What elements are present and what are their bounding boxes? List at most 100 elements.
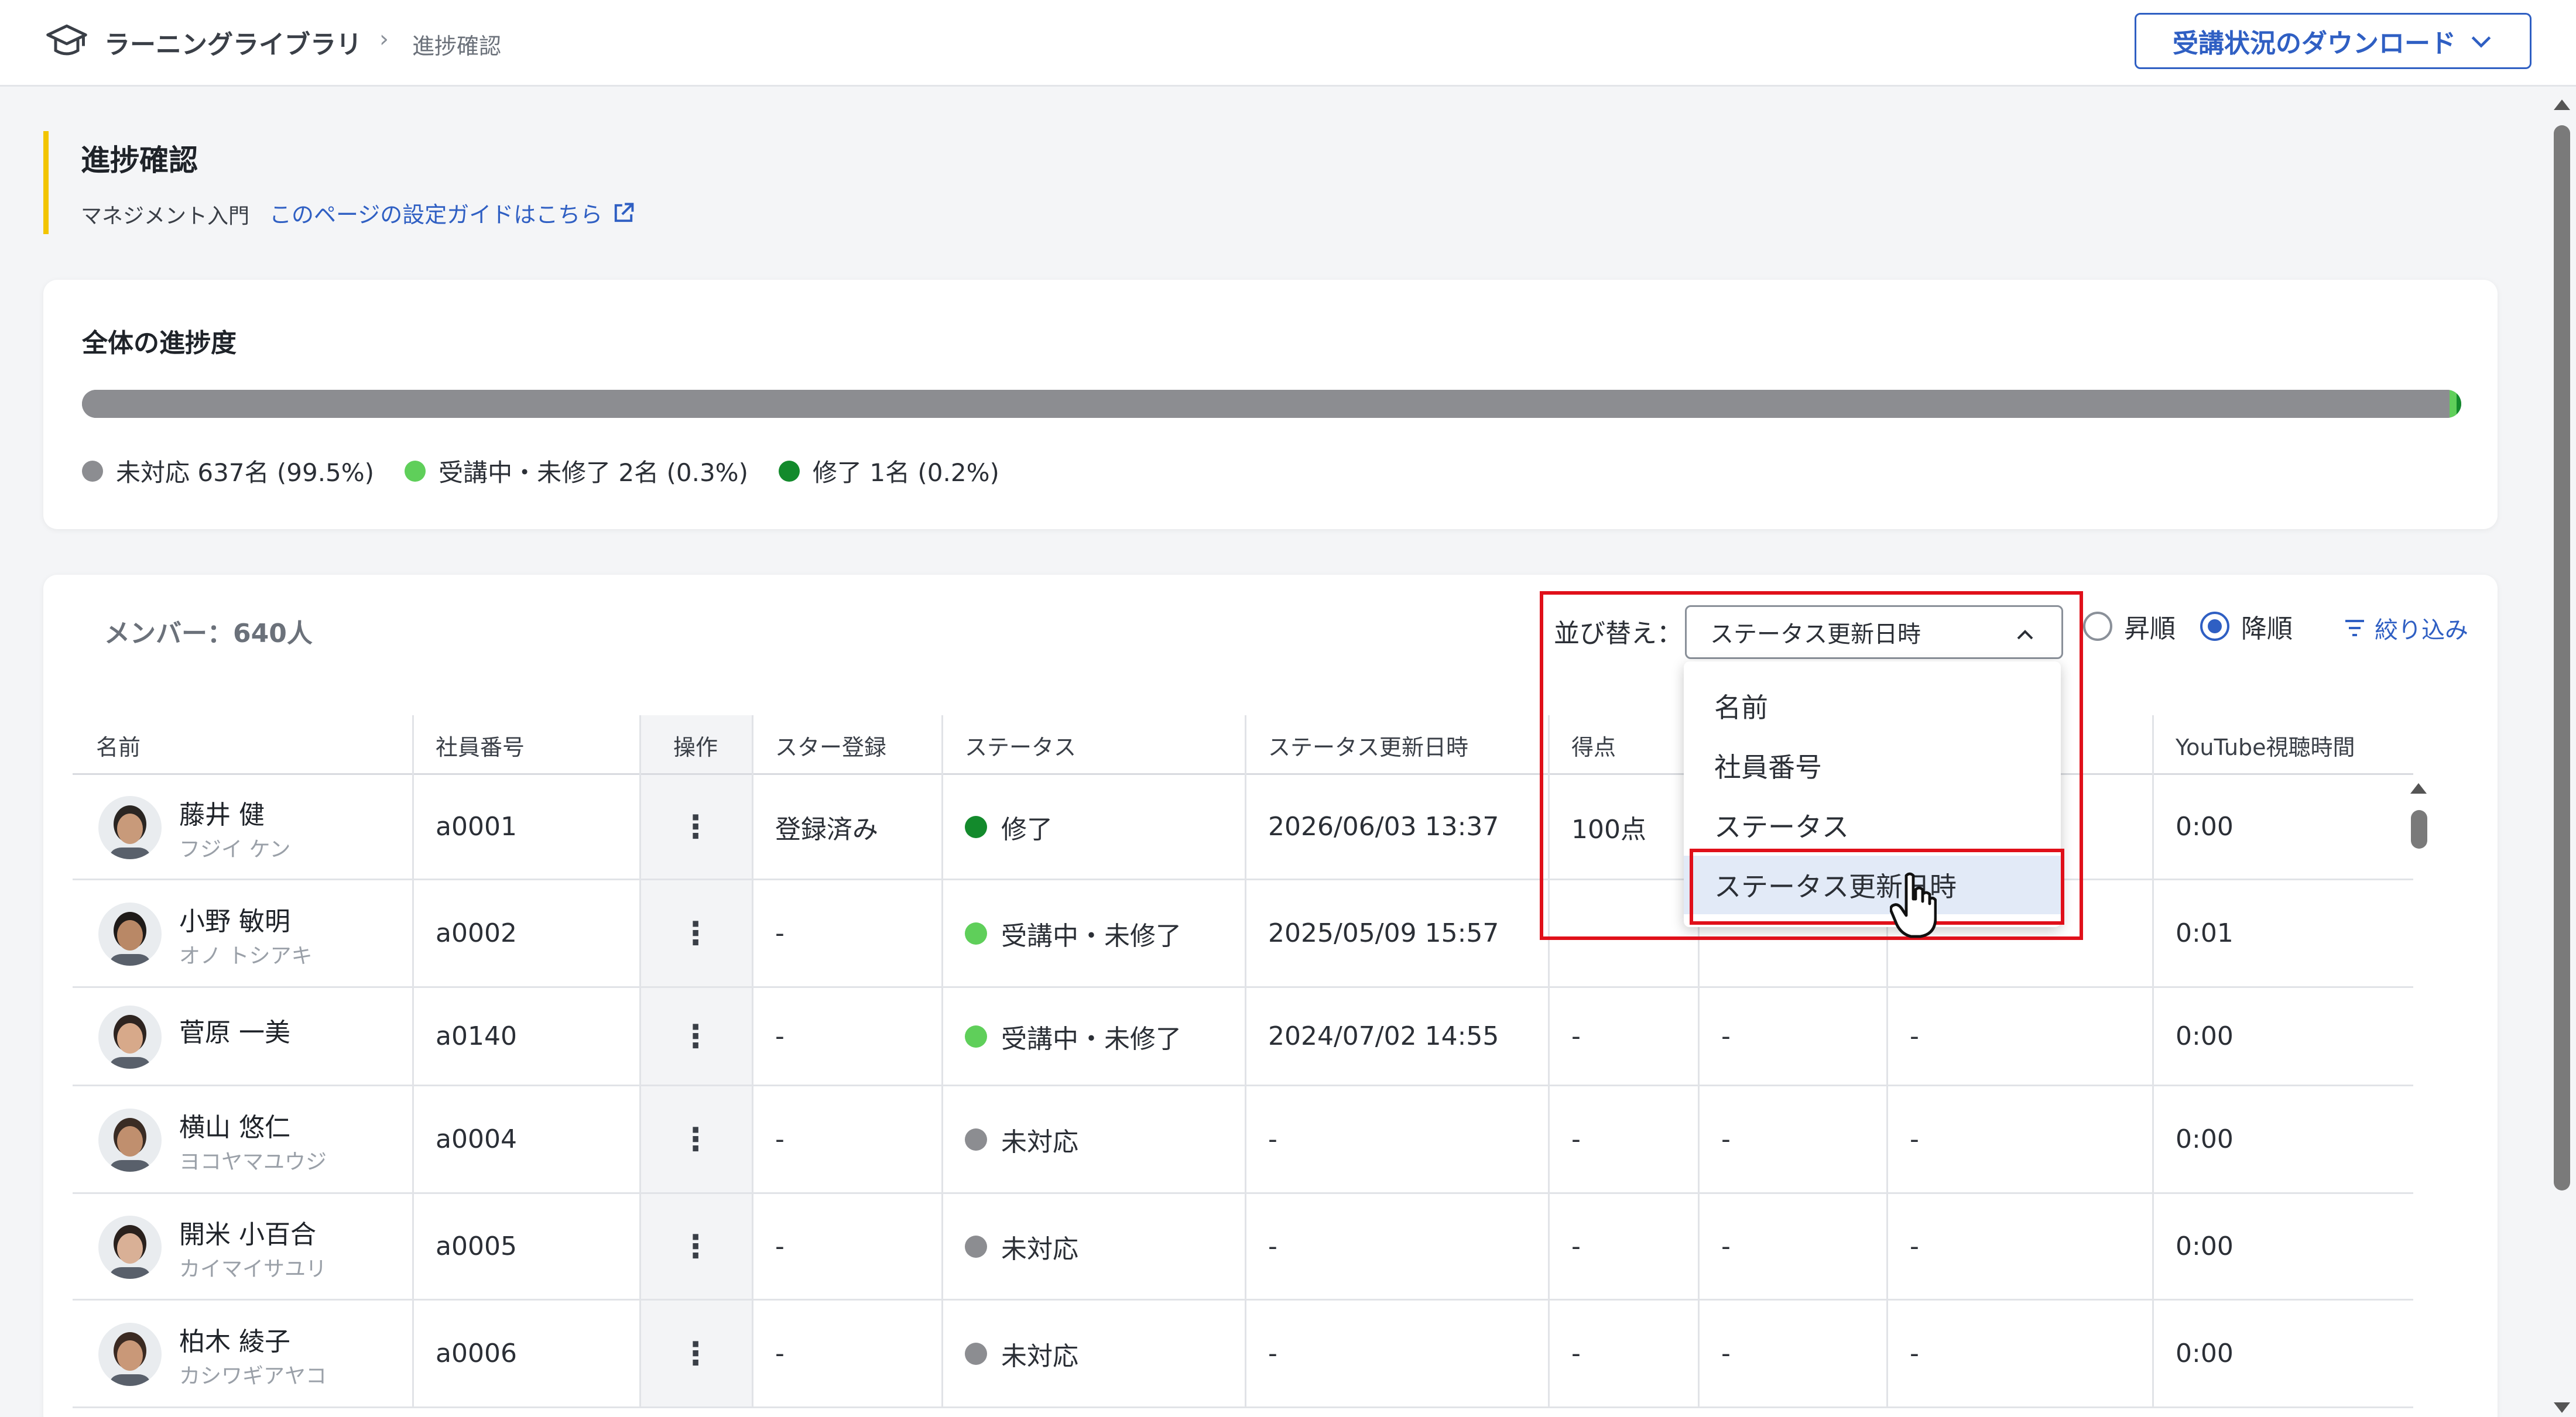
column-header[interactable]: 操作 — [639, 715, 752, 775]
page-scroll-down-arrow-icon[interactable] — [2554, 1402, 2570, 1413]
status-badge: 未対応 — [965, 1335, 1078, 1373]
settings-guide-link[interactable]: このページの設定ガイドはこちら — [269, 197, 636, 229]
column-header[interactable]: 名前 — [73, 715, 412, 775]
kebab-menu-icon[interactable]: ⋮ — [680, 1121, 711, 1158]
sort-desc-radio[interactable]: 降順 — [2200, 608, 2293, 645]
column-header[interactable]: ステータス — [941, 715, 1245, 775]
avatar-photo-icon — [98, 796, 162, 859]
column-divider — [752, 880, 753, 988]
column-divider — [1245, 1086, 1246, 1194]
column-divider — [2152, 1086, 2154, 1194]
table-row[interactable]: 柏木 綾子 カシワギアヤコ a0006 ⋮ - 未対応 - - - - 0:00 — [73, 1301, 2413, 1408]
column-divider — [639, 1194, 641, 1301]
filter-label: 絞り込み — [2375, 617, 2468, 644]
sort-order-group: 昇順 降順 — [2083, 608, 2293, 645]
page-scroll-thumb[interactable] — [2554, 125, 2570, 1190]
legend-item: 未対応 637名 (99.5%) — [82, 453, 374, 489]
column-divider — [1698, 988, 1700, 1086]
column-header[interactable]: ステータス更新日時 — [1245, 715, 1548, 775]
column-divider — [2152, 880, 2154, 988]
star-registration-cell: - — [775, 918, 785, 948]
score-cell: - — [1571, 1021, 1581, 1051]
download-status-button[interactable]: 受講状況のダウンロード — [2135, 13, 2532, 69]
legend-label: 未対応 637名 (99.5%) — [116, 458, 375, 487]
avatar-photo-icon — [98, 1109, 162, 1172]
column-divider — [1245, 1194, 1246, 1301]
progress-legend: 未対応 637名 (99.5%) 受講中・未修了 2名 (0.3%) 修了 1名 (… — [82, 453, 999, 489]
kebab-menu-icon[interactable]: ⋮ — [680, 1228, 711, 1265]
avatar — [98, 796, 162, 859]
status-updated-cell: 2025/05/09 15:57 — [1268, 918, 1499, 948]
app-title[interactable]: ラーニングライブラリ — [104, 23, 362, 61]
extra-cell: - — [1910, 1231, 1919, 1261]
legend-label: 受講中・未修了 2名 (0.3%) — [439, 458, 748, 487]
youtube-time-cell: 0:00 — [2176, 1021, 2234, 1051]
column-divider — [941, 1194, 943, 1301]
column-divider — [639, 775, 641, 880]
column-divider — [639, 1086, 641, 1194]
column-header[interactable]: 社員番号 — [412, 715, 639, 775]
extra-cell: - — [1721, 1231, 1731, 1261]
page-scrollbar[interactable] — [2547, 91, 2576, 1417]
table-row[interactable]: 菅原 一美 a0140 ⋮ - 受講中・未修了 2024/07/02 14:55 - - - 0:… — [73, 988, 2413, 1086]
member-name[interactable]: 横山 悠仁 — [179, 1106, 290, 1144]
scroll-up-arrow-icon[interactable] — [2410, 783, 2427, 794]
status-badge: 未対応 — [965, 1121, 1078, 1158]
breadcrumb-current: 進捗確認 — [412, 33, 502, 59]
filter-button[interactable]: 絞り込み — [2343, 611, 2468, 645]
table-row[interactable]: 横山 悠仁 ヨコヤマユウジ a0004 ⋮ - 未対応 - - - - 0:00 — [73, 1086, 2413, 1194]
legend-dot-icon — [778, 460, 800, 482]
kebab-menu-icon[interactable]: ⋮ — [680, 1018, 711, 1055]
column-divider — [2152, 1194, 2154, 1301]
members-count: メンバー：640人 — [104, 619, 313, 649]
status-label: 未対応 — [1001, 1341, 1078, 1371]
avatar — [98, 1006, 162, 1069]
column-header[interactable]: スター登録 — [752, 715, 941, 775]
status-badge: 受講中・未修了 — [965, 915, 1181, 952]
member-name[interactable]: 小野 敏明 — [179, 900, 290, 938]
member-name[interactable]: 藤井 健 — [179, 794, 265, 831]
member-kana: カシワギアヤコ — [179, 1364, 327, 1388]
member-name[interactable]: 柏木 綾子 — [179, 1320, 290, 1358]
radio-unchecked-icon — [2083, 612, 2112, 641]
status-updated-cell: 2024/07/02 14:55 — [1268, 1021, 1499, 1051]
status-cell: 未対応 — [941, 1194, 1078, 1299]
kebab-menu-icon[interactable]: ⋮ — [680, 808, 711, 845]
member-name[interactable]: 菅原 一美 — [179, 1011, 290, 1049]
sort-asc-radio[interactable]: 昇順 — [2083, 608, 2176, 645]
extra-cell: - — [1910, 1124, 1919, 1154]
column-divider — [1698, 1301, 1700, 1408]
title-accent-bar — [43, 131, 49, 234]
filter-icon — [2345, 620, 2364, 636]
column-divider — [639, 988, 641, 1086]
column-divider — [639, 880, 641, 988]
kebab-menu-icon[interactable]: ⋮ — [680, 915, 711, 952]
table-row[interactable]: 開米 小百合 カイマイサユリ a0005 ⋮ - 未対応 - - - - 0:00 — [73, 1194, 2413, 1301]
column-divider — [1245, 1301, 1246, 1408]
employee-id-cell: a0006 — [436, 1339, 517, 1368]
avatar-photo-icon — [98, 1323, 162, 1386]
employee-id-cell: a0005 — [436, 1231, 517, 1261]
row-actions-cell: ⋮ — [639, 775, 752, 879]
column-divider — [2152, 988, 2154, 1086]
status-label: 修了 — [1001, 814, 1053, 845]
status-label: 受講中・未修了 — [1001, 921, 1181, 951]
column-divider — [1698, 1194, 1700, 1301]
star-registration-cell: - — [775, 1021, 785, 1051]
score-cell: - — [1571, 1231, 1581, 1261]
status-cell: 受講中・未修了 — [941, 880, 1181, 986]
kebab-menu-icon[interactable]: ⋮ — [680, 1335, 711, 1372]
row-actions-cell: ⋮ — [639, 1194, 752, 1299]
avatar — [98, 1109, 162, 1172]
annotation-highlight-option — [1690, 849, 2064, 925]
column-header[interactable]: YouTube視聴時間 — [2152, 715, 2413, 775]
table-scrollbar[interactable] — [2403, 777, 2434, 1417]
progress-segment — [82, 390, 2450, 418]
member-name[interactable]: 開米 小百合 — [179, 1213, 316, 1251]
star-registration-cell: 登録済み — [775, 814, 878, 845]
page-scroll-up-arrow-icon[interactable] — [2554, 100, 2570, 110]
overall-progress-bar — [82, 390, 2461, 418]
status-dot-icon — [965, 815, 987, 838]
chevron-down-icon — [2471, 36, 2491, 48]
table-scroll-thumb[interactable] — [2411, 810, 2427, 849]
